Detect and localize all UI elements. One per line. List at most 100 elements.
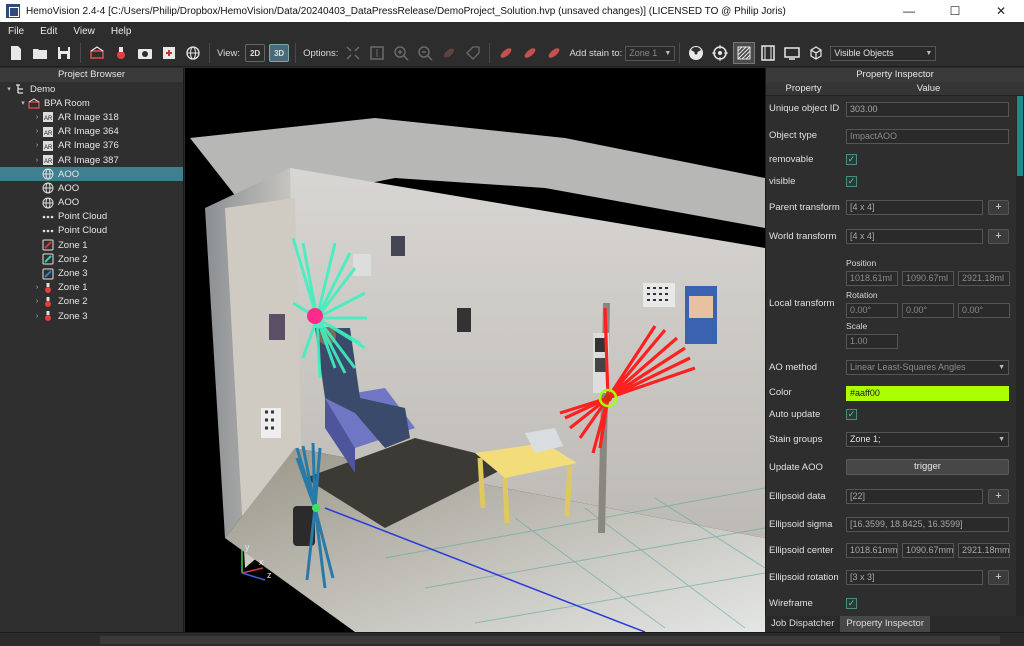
expand-right-icon[interactable]: › — [32, 298, 42, 305]
tab-property-inspector[interactable]: Property Inspector — [840, 616, 930, 632]
fit-view-icon[interactable] — [366, 42, 388, 64]
zoom-out-icon[interactable] — [414, 42, 436, 64]
tree-item[interactable]: AOO — [0, 181, 183, 195]
stain-groups-select[interactable]: Zone 1; ▼ — [846, 432, 1009, 447]
ao-method-select[interactable]: Linear Least-Squares Angles ▼ — [846, 360, 1009, 375]
ellipsoid-sigma-field[interactable]: [16.3599, 18.8425, 16.3599] — [846, 517, 1009, 532]
menu-edit[interactable]: Edit — [40, 26, 57, 37]
minimize-button[interactable]: — — [886, 0, 932, 22]
close-button[interactable]: ✕ — [978, 0, 1024, 22]
menu-file[interactable]: File — [8, 26, 24, 37]
screen-icon[interactable] — [781, 42, 803, 64]
cube-icon[interactable] — [805, 42, 827, 64]
expand-right-icon[interactable]: › — [32, 313, 42, 320]
position-z-field[interactable]: 2921.18ml — [958, 271, 1010, 286]
tree-item[interactable]: › Zone 2 — [0, 295, 183, 309]
stain-red-icon[interactable] — [495, 42, 517, 64]
expand-right-icon[interactable]: › — [32, 157, 42, 164]
ellipsoid-center-y-field[interactable]: 1090.67mm — [902, 543, 954, 558]
inspector-scrollbar[interactable] — [1016, 96, 1024, 616]
menu-help[interactable]: Help — [111, 26, 132, 37]
grid-icon[interactable] — [733, 42, 756, 64]
camera-icon[interactable] — [134, 42, 156, 64]
tree-item[interactable]: Zone 2 — [0, 252, 183, 266]
tab-job-dispatcher[interactable]: Job Dispatcher — [765, 616, 840, 632]
auto-update-checkbox[interactable]: ✓ — [846, 409, 857, 420]
removable-checkbox[interactable]: ✓ — [846, 154, 857, 165]
stain-add-icon[interactable] — [543, 42, 565, 64]
scene-render[interactable]: y x z — [185, 68, 765, 632]
expand-down-icon[interactable]: ▾ — [4, 85, 14, 93]
visible-checkbox[interactable]: ✓ — [846, 176, 857, 187]
parent-transform-field[interactable]: [4 x 4] — [846, 200, 983, 215]
visible-objects-select[interactable]: Visible Objects ▼ — [830, 45, 937, 61]
tree-item[interactable]: Point Cloud — [0, 224, 183, 238]
expand-right-icon[interactable]: › — [32, 142, 42, 149]
new-file-icon[interactable] — [5, 42, 27, 64]
tree-item[interactable]: › AR AR Image 318 — [0, 110, 183, 124]
visible-objects-value: Visible Objects — [834, 48, 894, 58]
tree-item[interactable]: Zone 1 — [0, 238, 183, 252]
tree-item[interactable]: › AR AR Image 364 — [0, 125, 183, 139]
ellipsoid-rotation-plus-button[interactable]: + — [988, 570, 1009, 585]
add-image-icon[interactable] — [158, 42, 180, 64]
ellipsoid-rotation-field[interactable]: [3 x 3] — [846, 570, 983, 585]
scale-field[interactable]: 1.00 — [846, 334, 898, 349]
expand-icon[interactable] — [342, 42, 364, 64]
expand-down-icon[interactable]: ▾ — [18, 99, 28, 107]
tree-item[interactable]: Zone 3 — [0, 266, 183, 280]
stain-drop-icon — [42, 310, 54, 322]
view-2d-button[interactable]: 2D — [245, 44, 266, 62]
radiation-icon[interactable] — [685, 42, 707, 64]
ellipsoid-data-plus-button[interactable]: + — [988, 489, 1009, 504]
color-swatch-field[interactable]: #aaff00 — [846, 386, 1009, 401]
rotation-z-field[interactable]: 0.00° — [958, 303, 1010, 318]
view-3d-button[interactable]: 3D — [269, 44, 290, 62]
expand-right-icon[interactable]: › — [32, 128, 42, 135]
rotation-y-field[interactable]: 0.00° — [902, 303, 954, 318]
chevron-down-icon: ▼ — [925, 49, 933, 57]
position-x-field[interactable]: 1018.61ml — [846, 271, 898, 286]
trigger-button[interactable]: trigger — [846, 459, 1009, 475]
wireframe-checkbox[interactable]: ✓ — [846, 598, 857, 609]
tree-item[interactable]: ▾ BPA Room — [0, 96, 183, 110]
expand-right-icon[interactable]: › — [32, 284, 42, 291]
tree-item[interactable]: › Zone 3 — [0, 309, 183, 323]
save-icon[interactable] — [53, 42, 75, 64]
ellipsoid-center-x-field[interactable]: 1018.61mm — [846, 543, 898, 558]
add-room-icon[interactable] — [86, 42, 108, 64]
unique-id-field[interactable]: 303.00 — [846, 102, 1009, 117]
open-folder-icon[interactable] — [29, 42, 51, 64]
rotation-x-field[interactable]: 0.00° — [846, 303, 898, 318]
world-transform-plus-button[interactable]: + — [988, 229, 1009, 244]
tree-item[interactable]: Point Cloud — [0, 210, 183, 224]
parent-transform-plus-button[interactable]: + — [988, 200, 1009, 215]
target-icon[interactable] — [709, 42, 731, 64]
tree-item[interactable]: ▾ Demo — [0, 82, 183, 96]
3d-viewport[interactable]: y x z — [185, 68, 765, 632]
ellipsoid-data-field[interactable]: [22] — [846, 489, 983, 504]
tag-icon[interactable] — [462, 42, 484, 64]
stain-edit-icon[interactable] — [519, 42, 541, 64]
film-icon[interactable] — [757, 42, 779, 64]
tree-item-label: Zone 1 — [58, 239, 88, 251]
ellipsoid-center-z-field[interactable]: 2921.18mm — [958, 543, 1010, 558]
zoom-in-icon[interactable] — [390, 42, 412, 64]
maximize-button[interactable]: ☐ — [932, 0, 978, 22]
add-stain-icon[interactable] — [110, 42, 132, 64]
stain-tool-icon[interactable] — [438, 42, 460, 64]
horizontal-scrollbar[interactable] — [100, 636, 1000, 644]
globe-aoo-icon[interactable] — [182, 42, 204, 64]
scrollbar-thumb[interactable] — [1017, 96, 1023, 176]
menu-view[interactable]: View — [73, 26, 95, 37]
position-y-field[interactable]: 1090.67ml — [902, 271, 954, 286]
world-transform-field[interactable]: [4 x 4] — [846, 229, 983, 244]
tree-item[interactable]: › AR AR Image 376 — [0, 139, 183, 153]
tree-item[interactable]: › Zone 1 — [0, 281, 183, 295]
tree-item[interactable]: AOO — [0, 196, 183, 210]
expand-right-icon[interactable]: › — [32, 114, 42, 121]
stain-drop-icon — [42, 282, 54, 294]
tree-item[interactable]: AOO — [0, 167, 183, 182]
add-stain-select[interactable]: Zone 1 ▼ — [625, 45, 676, 61]
tree-item[interactable]: › AR AR Image 387 — [0, 153, 183, 167]
